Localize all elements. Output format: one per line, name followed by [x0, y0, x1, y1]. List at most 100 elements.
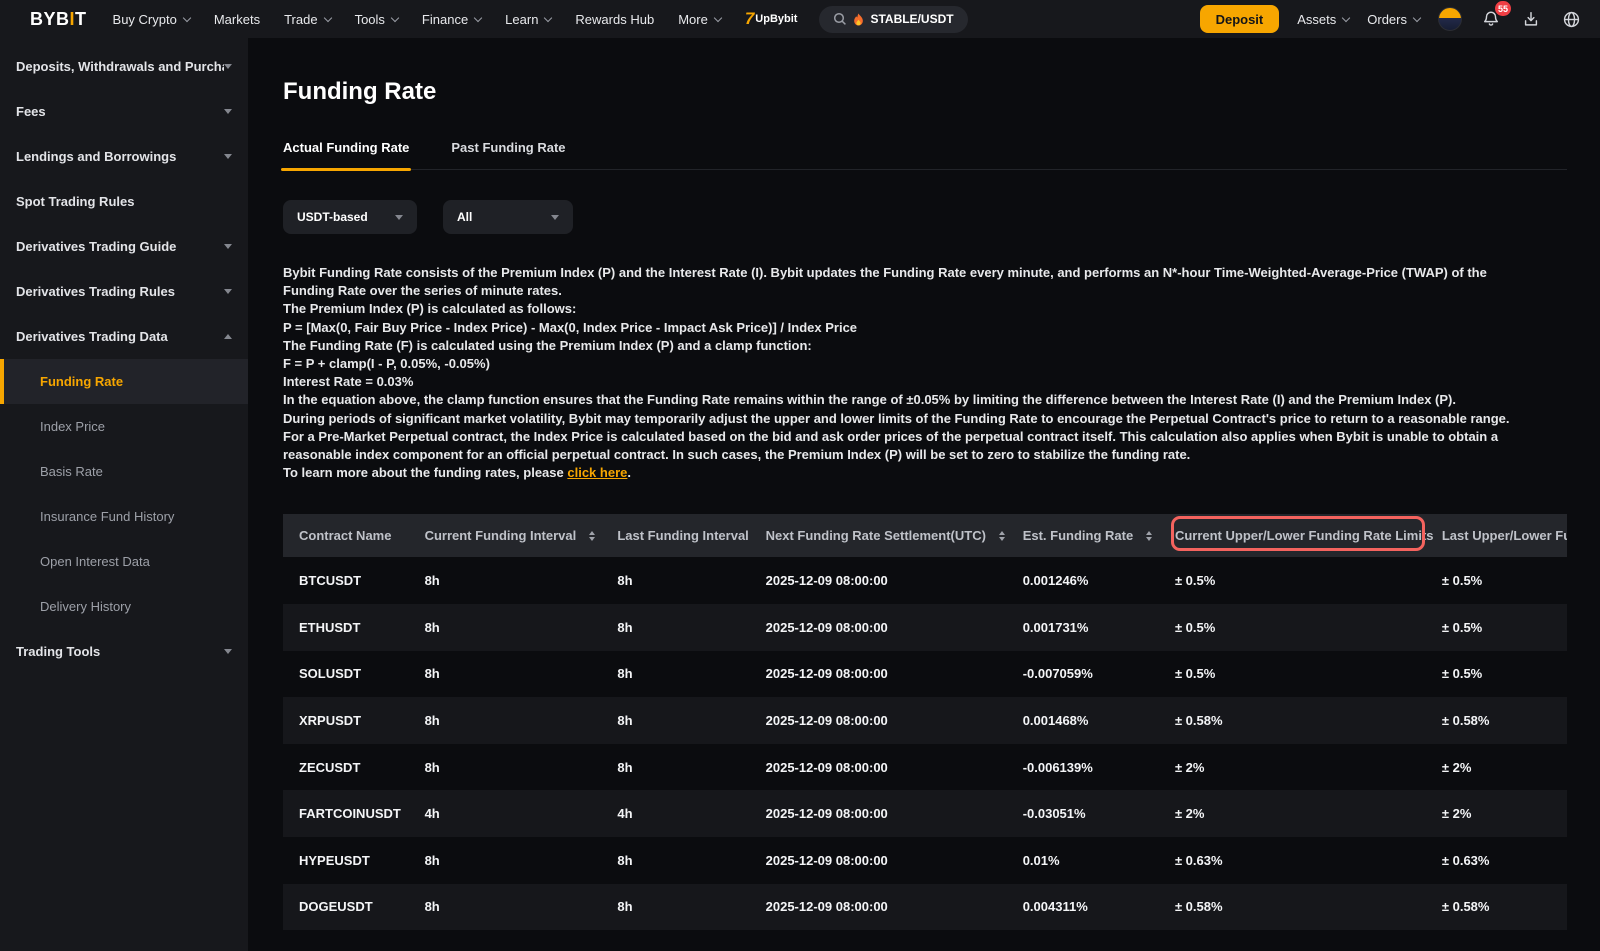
settlement-asset-select[interactable]: USDT-based: [283, 200, 417, 234]
sidebar-item-deposits-withdrawals-and-purcha[interactable]: Deposits, Withdrawals and Purcha...: [0, 44, 248, 89]
sidebar-item-funding-rate[interactable]: Funding Rate: [0, 359, 248, 404]
notifications-button[interactable]: 55: [1480, 8, 1502, 30]
cell-current-upper-lower-funding-rate-limits: ± 2%: [1175, 806, 1442, 821]
language-button[interactable]: [1560, 8, 1582, 30]
cell-current-funding-interval: 8h: [425, 666, 618, 681]
column-label: Last Upper/Lower Funding Rate Limits: [1442, 528, 1567, 543]
chevron-down-icon: [544, 13, 552, 21]
description-line: During periods of significant market vol…: [283, 410, 1533, 428]
logo-suffix: T: [75, 9, 87, 29]
column-header-current-funding-interval[interactable]: Current Funding Interval: [425, 528, 618, 543]
chevron-down-icon: [224, 154, 232, 159]
column-header-next-funding-rate-settlement-utc[interactable]: Next Funding Rate Settlement(UTC): [766, 528, 1023, 543]
sidebar-item-label: Derivatives Trading Rules: [16, 284, 224, 299]
sidebar-item-label: Deposits, Withdrawals and Purcha...: [16, 59, 224, 74]
bybit-logo[interactable]: BYBIT: [30, 9, 87, 30]
sidebar-item-derivatives-trading-guide[interactable]: Derivatives Trading Guide: [0, 224, 248, 269]
sidebar-item-derivatives-trading-rules[interactable]: Derivatives Trading Rules: [0, 269, 248, 314]
cell-current-upper-lower-funding-rate-limits: ± 0.58%: [1175, 899, 1442, 914]
cell-current-funding-interval: 4h: [425, 806, 618, 821]
sidebar-item-trading-tools[interactable]: Trading Tools: [0, 629, 248, 674]
description-line: P = [Max(0, Fair Buy Price - Index Price…: [283, 319, 1533, 337]
upbybit-promo[interactable]: 7 UpBybit: [745, 9, 798, 29]
cell-contract-name: FARTCOINUSDT: [283, 806, 425, 821]
contract-filter-select[interactable]: All: [443, 200, 573, 234]
description-line: Interest Rate = 0.03%: [283, 373, 1533, 391]
cell-last-funding-interval: 8h: [617, 760, 765, 775]
sidebar-item-delivery-history[interactable]: Delivery History: [0, 584, 248, 629]
cell-current-upper-lower-funding-rate-limits: ± 0.5%: [1175, 666, 1442, 681]
logo-prefix: BYB: [30, 9, 70, 29]
table-body: BTCUSDT8h8h2025-12-09 08:00:000.001246%±…: [283, 557, 1567, 930]
click-here-link[interactable]: click here: [567, 465, 627, 480]
sidebar-item-insurance-fund-history[interactable]: Insurance Fund History: [0, 494, 248, 539]
search-input[interactable]: STABLE/USDT: [819, 6, 967, 33]
nav-item-orders[interactable]: Orders: [1367, 12, 1420, 27]
nav-item-label: More: [678, 12, 708, 27]
chevron-down-icon: [224, 244, 232, 249]
sidebar-item-derivatives-trading-data[interactable]: Derivatives Trading Data: [0, 314, 248, 359]
nav-item-finance[interactable]: Finance: [422, 12, 481, 27]
top-navigation: BYBIT Buy Crypto Markets Trade Tools Finance…: [0, 0, 1600, 38]
funding-rate-table: Contract NameCurrent Funding IntervalLas…: [283, 514, 1567, 930]
column-label: Last Funding Interval: [617, 528, 748, 543]
nav-item-label: Buy Crypto: [113, 12, 177, 27]
cell-contract-name: SOLUSDT: [283, 666, 425, 681]
nav-item-rewards-hub[interactable]: Rewards Hub: [575, 12, 654, 27]
sidebar-item-label: Delivery History: [40, 599, 232, 614]
selected-value: All: [457, 210, 472, 224]
sidebar-item-fees[interactable]: Fees: [0, 89, 248, 134]
table-row-btcusdt: BTCUSDT8h8h2025-12-09 08:00:000.001246%±…: [283, 557, 1567, 604]
cell-next-funding-rate-settlement-utc: 2025-12-09 08:00:00: [766, 853, 1023, 868]
cell-last-upper-lower-funding-rate-limits: ± 2%: [1442, 806, 1567, 821]
nav-right-group: Deposit Assets Orders 55: [1200, 5, 1582, 33]
nav-item-assets[interactable]: Assets: [1297, 12, 1349, 27]
cell-current-upper-lower-funding-rate-limits: ± 2%: [1175, 760, 1442, 775]
table-row-hypeusdt: HYPEUSDT8h8h2025-12-09 08:00:000.01%± 0.…: [283, 837, 1567, 884]
nav-item-trade[interactable]: Trade: [284, 12, 330, 27]
sidebar-item-label: Open Interest Data: [40, 554, 232, 569]
cell-next-funding-rate-settlement-utc: 2025-12-09 08:00:00: [766, 573, 1023, 588]
nav-item-more[interactable]: More: [678, 12, 721, 27]
chevron-down-icon: [1342, 13, 1350, 21]
nav-item-buy-crypto[interactable]: Buy Crypto: [113, 12, 190, 27]
tab-bar: Actual Funding Rate Past Funding Rate: [283, 140, 1567, 170]
cell-last-upper-lower-funding-rate-limits: ± 0.58%: [1442, 899, 1567, 914]
description-line: The Funding Rate (F) is calculated using…: [283, 337, 1533, 355]
user-avatar[interactable]: [1438, 7, 1462, 31]
sidebar-item-open-interest-data[interactable]: Open Interest Data: [0, 539, 248, 584]
sidebar-item-spot-trading-rules[interactable]: Spot Trading Rules: [0, 179, 248, 224]
cell-est-funding-rate: 0.001246%: [1023, 573, 1175, 588]
chevron-down-icon: [224, 109, 232, 114]
nav-item-learn[interactable]: Learn: [505, 12, 551, 27]
download-app-button[interactable]: [1520, 8, 1542, 30]
sort-icon[interactable]: [999, 531, 1005, 541]
nav-item-tools[interactable]: Tools: [355, 12, 398, 27]
sidebar-item-index-price[interactable]: Index Price: [0, 404, 248, 449]
sidebar-item-label: Basis Rate: [40, 464, 232, 479]
sidebar-item-label: Derivatives Trading Guide: [16, 239, 224, 254]
sort-icon[interactable]: [589, 531, 595, 541]
funding-rate-description: Bybit Funding Rate consists of the Premi…: [283, 264, 1533, 482]
tab-past-funding-rate[interactable]: Past Funding Rate: [451, 140, 565, 169]
cell-est-funding-rate: 0.01%: [1023, 853, 1175, 868]
column-label: Est. Funding Rate: [1023, 528, 1134, 543]
nav-item-label: Learn: [505, 12, 538, 27]
cell-est-funding-rate: -0.006139%: [1023, 760, 1175, 775]
promo-label: UpBybit: [755, 13, 797, 25]
sidebar-item-label: Spot Trading Rules: [16, 194, 232, 209]
tab-actual-funding-rate[interactable]: Actual Funding Rate: [283, 140, 409, 169]
chevron-down-icon: [1413, 13, 1421, 21]
orders-label: Orders: [1367, 12, 1407, 27]
cell-last-funding-interval: 8h: [617, 713, 765, 728]
seven-icon: 7: [745, 9, 754, 29]
search-icon: [833, 12, 847, 26]
sidebar: Deposits, Withdrawals and Purcha... FeesL…: [0, 38, 248, 951]
sidebar-item-basis-rate[interactable]: Basis Rate: [0, 449, 248, 494]
column-header-est-funding-rate[interactable]: Est. Funding Rate: [1023, 528, 1175, 543]
sort-icon[interactable]: [1146, 531, 1152, 541]
cell-current-upper-lower-funding-rate-limits: ± 0.58%: [1175, 713, 1442, 728]
sidebar-item-lendings-and-borrowings[interactable]: Lendings and Borrowings: [0, 134, 248, 179]
nav-item-markets[interactable]: Markets: [214, 12, 260, 27]
deposit-button[interactable]: Deposit: [1200, 5, 1280, 33]
